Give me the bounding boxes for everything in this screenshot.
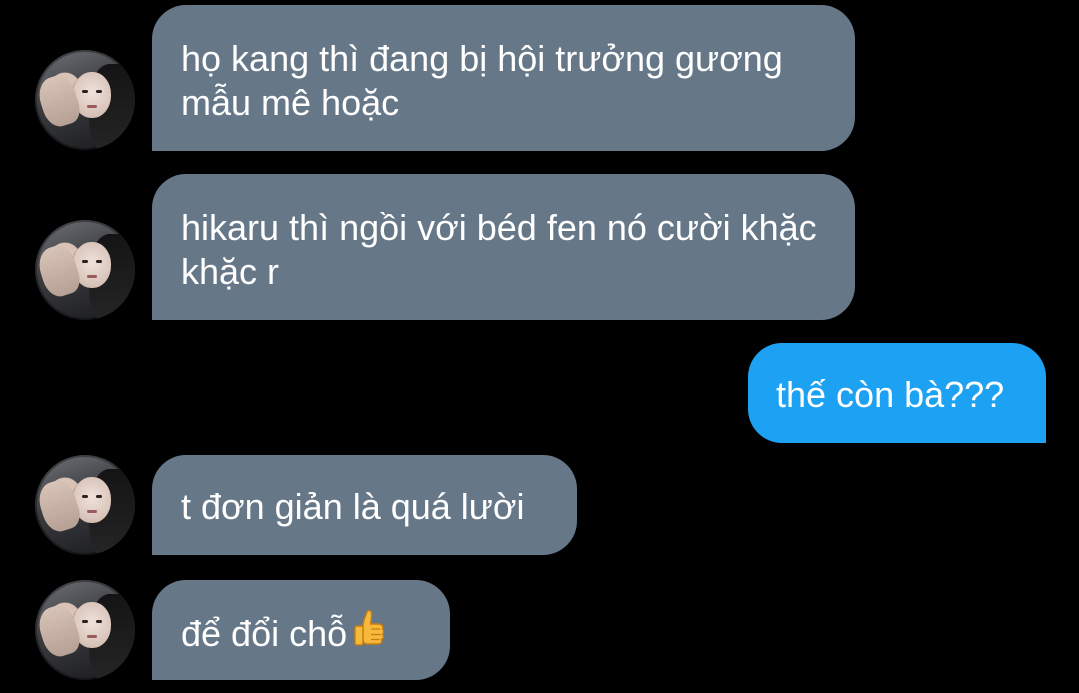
sender-avatar[interactable]: [35, 455, 135, 555]
thumbs-up-icon: [353, 609, 385, 660]
sender-avatar[interactable]: [35, 580, 135, 680]
message-text: để đổi chỗ: [181, 613, 348, 654]
message-bubble[interactable]: hikaru thì ngồi với béd fen nó cười khặc…: [152, 174, 855, 320]
message-bubble[interactable]: t đơn giản là quá lười: [152, 455, 577, 555]
message-text: họ kang thì đang bị hội trưởng gương mẫu…: [181, 38, 783, 123]
message-text: t đơn giản là quá lười: [181, 486, 525, 527]
message-text: thế còn bà???: [776, 374, 1005, 415]
sender-avatar[interactable]: [35, 220, 135, 320]
message-bubble[interactable]: họ kang thì đang bị hội trưởng gương mẫu…: [152, 5, 855, 151]
message-bubble-outgoing[interactable]: thế còn bà???: [748, 343, 1046, 443]
message-bubble[interactable]: để đổi chỗ: [152, 580, 450, 680]
sender-avatar[interactable]: [35, 50, 135, 150]
message-text: hikaru thì ngồi với béd fen nó cười khặc…: [181, 207, 817, 292]
